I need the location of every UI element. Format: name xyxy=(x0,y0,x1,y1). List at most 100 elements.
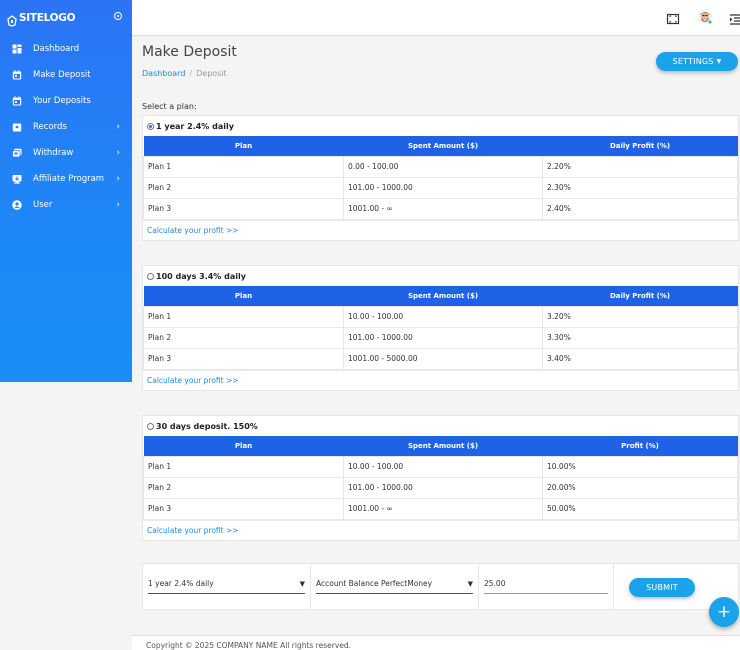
table-row: Plan 2 101.00 - 1000.00 2.30% xyxy=(143,176,738,199)
calendar-icon xyxy=(12,96,22,106)
table-row: Plan 3 1001.00 - 5000.00 3.40% xyxy=(143,347,738,370)
plan-name: 100 days 3.4% daily xyxy=(156,271,246,281)
table-cell: Plan 3 xyxy=(143,347,344,370)
plan-option[interactable]: 100 days 3.4% daily xyxy=(143,266,738,286)
column-header: Daily Profit (%) xyxy=(542,136,738,156)
sidebar: SITELOGO Dashboard Make Deposit Your Depos… xyxy=(0,0,132,382)
sidebar-toggle-icon[interactable] xyxy=(114,12,122,20)
sidebar-item-user[interactable]: User › xyxy=(0,192,132,218)
sidebar-item-label: Withdraw xyxy=(33,148,74,158)
avatar[interactable] xyxy=(697,9,713,25)
plan-name: 30 days deposit. 150% xyxy=(156,421,258,431)
plan-radio[interactable] xyxy=(147,422,154,430)
breadcrumb-separator: / xyxy=(189,69,193,78)
table-header-row: Plan Spent Amount ($) Daily Profit (%) xyxy=(143,286,738,306)
calculate-profit-link[interactable]: Calculate your profit >> xyxy=(143,219,738,240)
chevron-right-icon: › xyxy=(116,174,120,184)
plan-table: Plan Spent Amount ($) Daily Profit (%) Plan… xyxy=(143,136,738,220)
table-cell: 1001.00 - ∞ xyxy=(343,197,543,220)
table-cell: 1001.00 - ∞ xyxy=(343,497,543,520)
sidebar-item-affiliate-program[interactable]: Affiliate Program › xyxy=(0,166,132,192)
sidebar-item-your-deposits[interactable]: Your Deposits xyxy=(0,88,132,114)
table-cell: 101.00 - 1000.00 xyxy=(343,176,543,199)
chevron-right-icon: › xyxy=(116,122,120,132)
settings-button[interactable]: SETTINGS ▼ xyxy=(656,52,738,71)
table-cell: 10.00 - 100.00 xyxy=(343,455,543,478)
dropdown-arrow-icon: ▼ xyxy=(467,580,473,588)
column-header: Spent Amount ($) xyxy=(343,436,543,456)
amount-cell: 25.00 xyxy=(479,564,614,609)
table-cell: 2.30% xyxy=(542,176,738,199)
table-cell: 50.00% xyxy=(542,497,738,520)
calculate-profit-link[interactable]: Calculate your profit >> xyxy=(143,519,738,540)
chevron-right-icon: › xyxy=(116,200,120,210)
plan-option[interactable]: 30 days deposit. 150% xyxy=(143,416,738,436)
sidebar-item-make-deposit[interactable]: Make Deposit xyxy=(0,62,132,88)
plan-card: 1 year 2.4% daily Plan Spent Amount ($) Dai… xyxy=(142,115,739,241)
account-select[interactable]: Account Balance PerfectMoney ▼ xyxy=(316,574,473,594)
plan-radio[interactable] xyxy=(147,122,154,130)
sidebar-item-label: Make Deposit xyxy=(33,70,91,80)
breadcrumb-dashboard-link[interactable]: Dashboard xyxy=(142,69,185,78)
submit-button[interactable]: SUBMIT xyxy=(629,578,695,597)
logo-text: SITELOGO xyxy=(19,12,76,24)
plan-radio[interactable] xyxy=(147,272,154,280)
table-cell: 3.30% xyxy=(542,326,738,349)
column-header: Spent Amount ($) xyxy=(343,286,543,306)
table-cell: 0.00 - 100.00 xyxy=(343,155,543,178)
sidebar-item-label: Records xyxy=(33,122,67,132)
table-cell: 20.00% xyxy=(542,476,738,499)
table-cell: 1001.00 - 5000.00 xyxy=(343,347,543,370)
table-cell: Plan 2 xyxy=(143,476,344,499)
sidebar-item-label: User xyxy=(33,200,53,210)
caret-down-icon: ▼ xyxy=(716,58,722,65)
breadcrumb: Dashboard / Deposit xyxy=(142,69,227,78)
table-cell: 2.20% xyxy=(542,155,738,178)
account-select-cell: Account Balance PerfectMoney ▼ xyxy=(311,564,479,609)
calculate-profit-link[interactable]: Calculate your profit >> xyxy=(143,369,738,390)
fullscreen-icon[interactable] xyxy=(666,11,680,25)
user-icon xyxy=(12,200,22,210)
table-row: Plan 1 0.00 - 100.00 2.20% xyxy=(143,155,738,178)
plan-table: Plan Spent Amount ($) Daily Profit (%) Plan… xyxy=(143,286,738,370)
column-header: Plan xyxy=(143,436,344,456)
column-header: Plan xyxy=(143,286,344,306)
table-header-row: Plan Spent Amount ($) Daily Profit (%) xyxy=(143,136,738,156)
plan-select-cell: 1 year 2.4% daily ▼ xyxy=(143,564,311,609)
table-cell: 101.00 - 1000.00 xyxy=(343,476,543,499)
column-header: Spent Amount ($) xyxy=(343,136,543,156)
plan-table: Plan Spent Amount ($) Profit (%) Plan 1 10.0… xyxy=(143,436,738,520)
table-row: Plan 1 10.00 - 100.00 3.20% xyxy=(143,305,738,328)
table-row: Plan 3 1001.00 - ∞ 50.00% xyxy=(143,497,738,520)
amount-input[interactable]: 25.00 xyxy=(484,574,608,594)
record-icon xyxy=(12,122,22,132)
affiliate-icon xyxy=(12,174,22,184)
table-row: Plan 1 10.00 - 100.00 10.00% xyxy=(143,455,738,478)
logo[interactable]: SITELOGO xyxy=(0,0,132,36)
table-cell: Plan 3 xyxy=(143,497,344,520)
dashboard-icon xyxy=(12,44,22,54)
account-select-value: Account Balance PerfectMoney xyxy=(316,579,433,588)
plan-select-value: 1 year 2.4% daily xyxy=(148,579,214,588)
table-cell: Plan 3 xyxy=(143,197,344,220)
sidebar-item-records[interactable]: Records › xyxy=(0,114,132,140)
logo-icon xyxy=(6,12,18,27)
table-cell: 3.40% xyxy=(542,347,738,370)
topbar xyxy=(132,0,740,36)
column-header: Profit (%) xyxy=(542,436,738,456)
plan-name: 1 year 2.4% daily xyxy=(156,121,234,131)
plan-option[interactable]: 1 year 2.4% daily xyxy=(143,116,738,136)
dropdown-arrow-icon: ▼ xyxy=(299,580,305,588)
amount-value: 25.00 xyxy=(484,579,506,588)
menu-toggle-icon[interactable] xyxy=(728,11,740,25)
plan-select[interactable]: 1 year 2.4% daily ▼ xyxy=(148,574,305,594)
sidebar-item-dashboard[interactable]: Dashboard xyxy=(0,36,132,62)
withdraw-icon xyxy=(12,148,22,158)
sidebar-item-withdraw[interactable]: Withdraw › xyxy=(0,140,132,166)
table-cell: 3.20% xyxy=(542,305,738,328)
table-cell: 10.00 - 100.00 xyxy=(343,305,543,328)
calendar-icon xyxy=(12,70,22,80)
add-fab-button[interactable]: + xyxy=(709,597,739,627)
table-cell: 101.00 - 1000.00 xyxy=(343,326,543,349)
breadcrumb-current: Deposit xyxy=(196,69,227,78)
